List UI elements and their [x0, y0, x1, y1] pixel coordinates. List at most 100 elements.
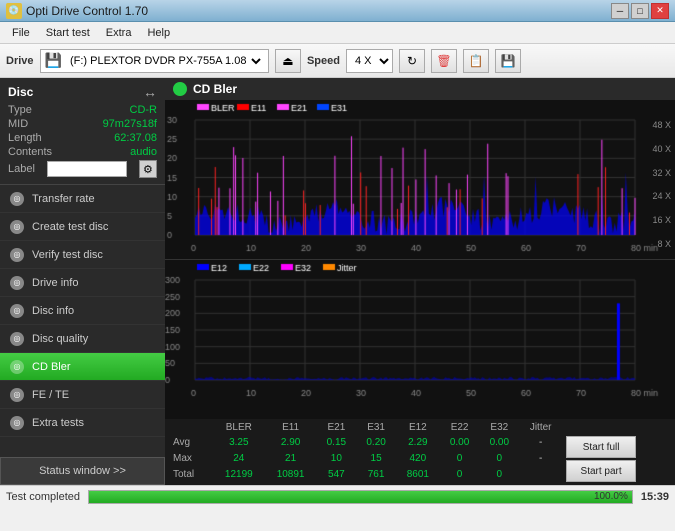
nav-drive-info-label: Drive info	[32, 277, 78, 289]
stats-table: BLER E11 E21 E31 E12 E22 E32 Jitter Avg	[165, 421, 675, 483]
drive-label: Drive	[6, 55, 34, 67]
col-header-e31: E31	[356, 421, 396, 434]
disc-quality-icon: ◎	[10, 332, 24, 346]
row-max-e22: 0	[440, 450, 480, 466]
title-bar: 💿 Opti Drive Control 1.70 ─ □ ✕	[0, 0, 675, 22]
row-max-jitter: -	[519, 450, 562, 466]
nav-transfer-rate[interactable]: ◎ Transfer rate	[0, 185, 165, 213]
window-controls: ─ □ ✕	[611, 3, 669, 19]
row-avg-label: Avg	[165, 434, 213, 450]
menu-bar: File Start test Extra Help	[0, 22, 675, 44]
col-header-empty	[165, 421, 213, 434]
col-header-e21: E21	[317, 421, 357, 434]
nav-disc-info[interactable]: ◎ Disc info	[0, 297, 165, 325]
row-max-e32: 0	[479, 450, 519, 466]
row-total-bler: 12199	[213, 467, 265, 483]
fe-te-icon: ◎	[10, 388, 24, 402]
upper-chart	[165, 100, 675, 255]
row-avg-jitter: -	[519, 434, 562, 450]
nav-disc-quality[interactable]: ◎ Disc quality	[0, 325, 165, 353]
col-header-e32: E32	[479, 421, 519, 434]
col-header-e11: E11	[265, 421, 317, 434]
col-header-jitter: Jitter	[519, 421, 562, 434]
charts-wrapper: 48 X 40 X 32 X 24 X 16 X 8 X	[165, 100, 675, 419]
create-test-disc-icon: ◎	[10, 220, 24, 234]
row-total-e32: 0	[479, 467, 519, 483]
chart-title: CD Bler	[193, 82, 237, 96]
nav-drive-info[interactable]: ◎ Drive info	[0, 269, 165, 297]
contents-value: audio	[130, 146, 157, 158]
sidebar: Disc ↔ Type CD-R MID 97m27s18f Length 62…	[0, 78, 165, 485]
status-window-button[interactable]: Status window >>	[0, 457, 165, 485]
row-total-label: Total	[165, 467, 213, 483]
nav-cd-bler[interactable]: ◎ CD Bler	[0, 353, 165, 381]
row-avg-bler: 3.25	[213, 434, 265, 450]
action-buttons: Start full Start part	[566, 436, 671, 482]
row-total-e22: 0	[440, 467, 480, 483]
row-total-e31: 761	[356, 467, 396, 483]
row-avg-e12: 2.29	[396, 434, 440, 450]
label-gear-icon[interactable]: ⚙	[139, 160, 157, 178]
status-text: Test completed	[6, 491, 80, 503]
row-total-jitter	[519, 467, 562, 483]
menu-start-test[interactable]: Start test	[38, 25, 98, 41]
extra-tests-icon: ◎	[10, 416, 24, 430]
transfer-rate-icon: ◎	[10, 192, 24, 206]
contents-label: Contents	[8, 146, 52, 158]
row-avg-e31: 0.20	[356, 434, 396, 450]
disc-arrow-icon[interactable]: ↔	[143, 84, 157, 100]
row-total-e11: 10891	[265, 467, 317, 483]
row-max-e12: 420	[396, 450, 440, 466]
minimize-button[interactable]: ─	[611, 3, 629, 19]
progress-bar	[89, 491, 632, 503]
type-label: Type	[8, 104, 32, 116]
col-header-bler: BLER	[213, 421, 265, 434]
close-button[interactable]: ✕	[651, 3, 669, 19]
row-max-label: Max	[165, 450, 213, 466]
type-value: CD-R	[130, 104, 158, 116]
lower-chart	[165, 260, 675, 400]
nav-disc-quality-label: Disc quality	[32, 333, 88, 345]
menu-extra[interactable]: Extra	[98, 25, 140, 41]
nav-extra-tests[interactable]: ◎ Extra tests	[0, 409, 165, 437]
nav-verify-test-disc-label: Verify test disc	[32, 249, 103, 261]
length-label: Length	[8, 132, 42, 144]
nav-transfer-rate-label: Transfer rate	[32, 193, 95, 205]
main-layout: Disc ↔ Type CD-R MID 97m27s18f Length 62…	[0, 78, 675, 485]
lower-chart-container	[165, 260, 675, 419]
time-label: 15:39	[641, 491, 669, 503]
nav-fe-te[interactable]: ◎ FE / TE	[0, 381, 165, 409]
menu-help[interactable]: Help	[139, 25, 178, 41]
app-title: Opti Drive Control 1.70	[26, 4, 148, 18]
maximize-button[interactable]: □	[631, 3, 649, 19]
nav-disc-info-label: Disc info	[32, 305, 74, 317]
start-full-button[interactable]: Start full	[566, 436, 636, 458]
copy-button[interactable]: 📋	[463, 49, 489, 73]
start-part-button[interactable]: Start part	[566, 460, 636, 482]
stats-container: BLER E11 E21 E31 E12 E22 E32 Jitter Avg	[165, 419, 675, 485]
nav-create-test-disc[interactable]: ◎ Create test disc	[0, 213, 165, 241]
nav-fe-te-label: FE / TE	[32, 389, 69, 401]
verify-test-disc-icon: ◎	[10, 248, 24, 262]
app-icon: 💿	[6, 3, 22, 19]
status-window-label: Status window >>	[39, 465, 126, 477]
label-input[interactable]	[47, 161, 127, 177]
row-avg-e21: 0.15	[317, 434, 357, 450]
content-area: CD Bler 48 X 40 X 32 X 24 X 16 X 8 X	[165, 78, 675, 485]
col-header-e22: E22	[440, 421, 480, 434]
menu-file[interactable]: File	[4, 25, 38, 41]
erase-button[interactable]: 🗑	[431, 49, 457, 73]
label-field-label: Label	[8, 163, 35, 175]
save-button[interactable]: 💾	[495, 49, 521, 73]
stats-row-avg: Avg 3.25 2.90 0.15 0.20 2.29 0.00 0.00 -…	[165, 434, 675, 450]
nav-verify-test-disc[interactable]: ◎ Verify test disc	[0, 241, 165, 269]
row-total-e21: 547	[317, 467, 357, 483]
row-max-e11: 21	[265, 450, 317, 466]
speed-select[interactable]: 4 X	[346, 49, 393, 73]
drive-select[interactable]: (F:) PLEXTOR DVDR PX-755A 1.08	[66, 54, 264, 68]
refresh-button[interactable]: ↻	[399, 49, 425, 73]
eject-button[interactable]: ⏏	[275, 49, 301, 73]
disc-panel-title: Disc	[8, 85, 33, 99]
toolbar: Drive 💾 (F:) PLEXTOR DVDR PX-755A 1.08 ⏏…	[0, 44, 675, 78]
chart-title-icon	[173, 82, 187, 96]
